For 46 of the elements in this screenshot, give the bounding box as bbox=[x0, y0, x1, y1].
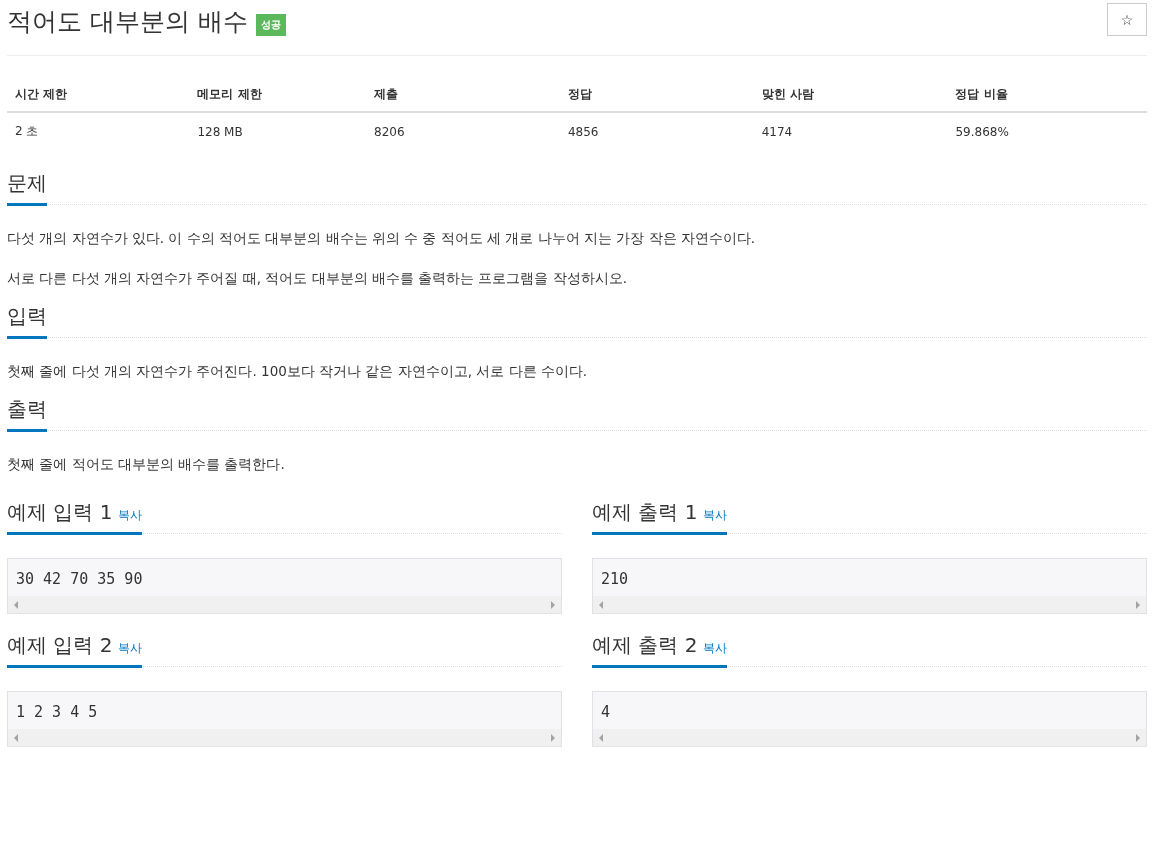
section-heading: 예제 입력 1 bbox=[7, 499, 113, 526]
table-cell: 2 초 bbox=[7, 112, 190, 148]
paragraph: 첫째 줄에 다섯 개의 자연수가 주어진다. 100보다 작거나 같은 자연수이고, 서로 다른 수이다. bbox=[7, 362, 589, 380]
status-badge: 성공 bbox=[255, 13, 286, 36]
scroll-left-icon[interactable] bbox=[14, 733, 18, 742]
code-text: 30 42 70 35 90 bbox=[15, 569, 144, 590]
paragraph: 서로 다른 다섯 개의 자연수가 주어질 때, 적어도 대부분의 배수를 출력하는 프로그램을 작성하시오. bbox=[7, 269, 629, 287]
column-header: 맞힌 사람 bbox=[753, 76, 948, 112]
section-heading: 문제 bbox=[7, 170, 47, 197]
scroll-left-icon[interactable] bbox=[599, 733, 603, 742]
table-cell: 59.868% bbox=[947, 112, 1147, 148]
scrollbar[interactable] bbox=[8, 596, 561, 613]
problem-title: 적어도 대부분의 배수 bbox=[7, 6, 248, 38]
paragraph: 다섯 개의 자연수가 있다. 이 수의 적어도 대부분의 배수는 위의 수 중 적어도 세 개로 나누어 지는 가장 작은 자연수이다. bbox=[7, 229, 757, 247]
column-header: 메모리 제한 bbox=[189, 76, 367, 112]
code-text: 1 2 3 4 5 bbox=[15, 702, 99, 723]
copy-link[interactable]: 복사 bbox=[118, 640, 143, 657]
table-cell: 4856 bbox=[559, 112, 754, 148]
code-text: 4 bbox=[600, 702, 612, 723]
scrollbar[interactable] bbox=[8, 729, 561, 746]
scrollbar[interactable] bbox=[593, 596, 1146, 613]
star-button[interactable]: ☆ bbox=[1107, 3, 1147, 36]
scroll-right-icon[interactable] bbox=[551, 733, 555, 742]
column-header: 정답 bbox=[559, 76, 754, 112]
scroll-right-icon[interactable] bbox=[1136, 600, 1140, 609]
copy-link[interactable]: 복사 bbox=[703, 507, 728, 524]
column-header: 시간 제한 bbox=[7, 76, 190, 112]
scroll-left-icon[interactable] bbox=[14, 600, 18, 609]
scroll-left-icon[interactable] bbox=[599, 600, 603, 609]
section-heading: 예제 출력 1 bbox=[592, 499, 698, 526]
table-cell: 128 MB bbox=[189, 112, 367, 148]
copy-link[interactable]: 복사 bbox=[118, 507, 143, 524]
table-cell: 4174 bbox=[753, 112, 948, 148]
code-text: 210 bbox=[600, 569, 630, 590]
table-cell: 8206 bbox=[366, 112, 560, 148]
section-heading: 입력 bbox=[7, 303, 47, 330]
copy-link[interactable]: 복사 bbox=[703, 640, 728, 657]
column-header: 정답 비율 bbox=[947, 76, 1147, 112]
section-heading: 예제 출력 2 bbox=[592, 632, 698, 659]
section-heading: 출력 bbox=[7, 396, 47, 423]
scroll-right-icon[interactable] bbox=[1136, 733, 1140, 742]
column-header: 제출 bbox=[366, 76, 560, 112]
section-heading: 예제 입력 2 bbox=[7, 632, 113, 659]
scrollbar[interactable] bbox=[593, 729, 1146, 746]
paragraph: 첫째 줄에 적어도 대부분의 배수를 출력한다. bbox=[7, 455, 286, 473]
scroll-right-icon[interactable] bbox=[551, 600, 555, 609]
